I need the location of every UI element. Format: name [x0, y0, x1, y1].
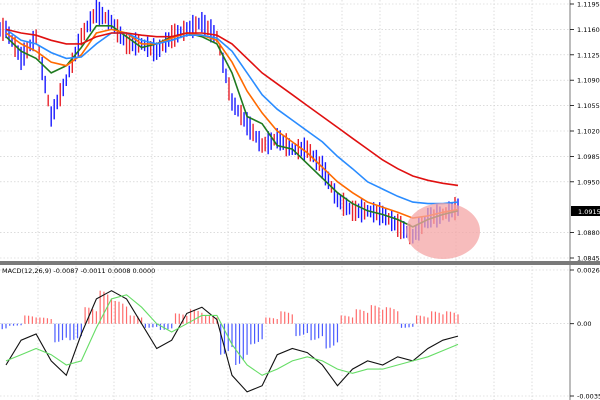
price-tick-label: 1.1090 — [577, 77, 600, 85]
chart-background — [0, 0, 600, 400]
price-tick-label: 1.1125 — [577, 51, 600, 59]
highlight-ellipse — [406, 203, 480, 259]
price-tick-label: 1.0985 — [577, 153, 600, 161]
macd-indicator-label: MACD(12,26,9) -0.0087 -0.0011 0.0008 0.0… — [2, 267, 155, 275]
current-price-label: 1.0915 — [578, 208, 600, 216]
panel-separator[interactable] — [0, 261, 600, 265]
price-tick-label: 1.1160 — [577, 26, 600, 34]
price-tick-label: 1.0845 — [577, 255, 600, 263]
price-tick-label: 1.1055 — [577, 102, 600, 110]
price-tick-label: 1.1195 — [577, 1, 600, 9]
macd-tick-label: -0.0035 — [577, 393, 600, 400]
price-tick-label: 1.1020 — [577, 128, 600, 136]
macd-tick-label: 0.00 — [577, 320, 591, 328]
chart-canvas[interactable]: 1.1195 1.1160 1.1125 1.1090 1.1055 1.1020 1.09… — [0, 0, 600, 400]
macd-tick-label: 0.0026 — [577, 267, 600, 275]
price-tick-label: 1.0950 — [577, 178, 600, 186]
trading-chart-window: 1.1195 1.1160 1.1125 1.1090 1.1055 1.1020 1.09… — [0, 0, 600, 400]
price-tick-label: 1.0880 — [577, 229, 600, 237]
